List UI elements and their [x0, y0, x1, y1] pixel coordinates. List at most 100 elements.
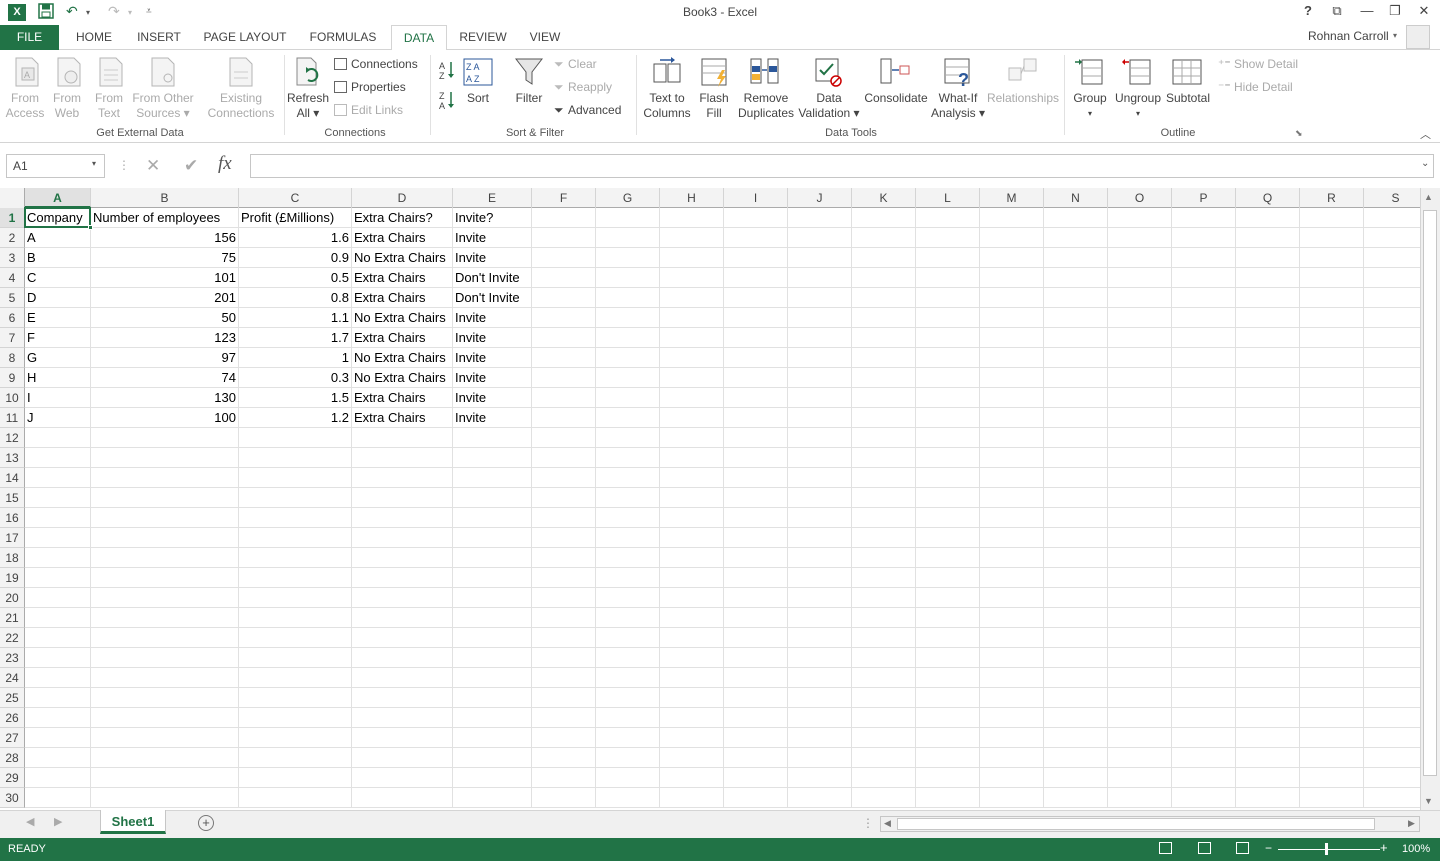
cell[interactable] [1236, 588, 1300, 608]
column-header-o[interactable]: O [1108, 188, 1172, 208]
cell[interactable] [852, 668, 916, 688]
cell[interactable] [788, 368, 852, 388]
cell[interactable] [852, 248, 916, 268]
sort-button[interactable]: Sort [460, 91, 496, 106]
cell[interactable] [1300, 608, 1364, 628]
cell[interactable] [453, 728, 532, 748]
cell[interactable] [916, 748, 980, 768]
cell[interactable] [1172, 628, 1236, 648]
cell[interactable] [916, 428, 980, 448]
row-header-12[interactable]: 12 [0, 428, 25, 448]
cell[interactable] [660, 528, 724, 548]
cell[interactable] [91, 728, 239, 748]
cell[interactable] [660, 488, 724, 508]
close-icon[interactable]: ✕ [1414, 3, 1434, 19]
data-cell[interactable]: Invite [453, 308, 532, 328]
cell[interactable] [1364, 488, 1420, 508]
cell[interactable] [1300, 408, 1364, 428]
tab-view[interactable]: VIEW [521, 25, 569, 50]
row-header-15[interactable]: 15 [0, 488, 25, 508]
row-header-25[interactable]: 25 [0, 688, 25, 708]
subtotal-button[interactable]: Subtotal [1164, 91, 1212, 106]
cell[interactable] [453, 708, 532, 728]
cell[interactable] [1236, 408, 1300, 428]
data-cell[interactable]: Extra Chairs [352, 268, 453, 288]
cell[interactable] [1300, 268, 1364, 288]
cell[interactable] [453, 528, 532, 548]
fill-handle[interactable] [88, 225, 93, 230]
data-cell[interactable]: 1.6 [239, 228, 352, 248]
cell[interactable] [1364, 508, 1420, 528]
tab-file[interactable]: FILE [0, 25, 59, 50]
cell[interactable] [916, 508, 980, 528]
cell[interactable] [596, 508, 660, 528]
cell[interactable] [916, 608, 980, 628]
cell[interactable] [25, 508, 91, 528]
column-header-f[interactable]: F [532, 188, 596, 208]
cell[interactable] [1300, 228, 1364, 248]
scroll-right-icon[interactable]: ▶ [1408, 818, 1415, 829]
select-all-button[interactable] [0, 188, 25, 208]
cell[interactable] [852, 468, 916, 488]
cell[interactable] [852, 648, 916, 668]
cell[interactable] [852, 528, 916, 548]
cell[interactable] [724, 788, 788, 808]
cell[interactable] [532, 668, 596, 688]
cell[interactable] [25, 568, 91, 588]
data-cell[interactable]: B [25, 248, 91, 268]
cell[interactable] [25, 548, 91, 568]
cell[interactable] [852, 688, 916, 708]
cell[interactable] [1236, 688, 1300, 708]
cell[interactable] [1364, 368, 1420, 388]
data-cell[interactable]: 201 [91, 288, 239, 308]
cell[interactable] [724, 628, 788, 648]
cell[interactable] [1364, 248, 1420, 268]
cell[interactable] [1172, 328, 1236, 348]
cell[interactable] [852, 308, 916, 328]
cell[interactable] [788, 228, 852, 248]
cell[interactable] [788, 768, 852, 788]
cell[interactable] [980, 488, 1044, 508]
data-cell[interactable]: 123 [91, 328, 239, 348]
cell[interactable] [788, 408, 852, 428]
connections-button[interactable]: Connections [334, 56, 418, 72]
cell[interactable] [980, 268, 1044, 288]
cell[interactable] [724, 388, 788, 408]
data-cell[interactable]: F [25, 328, 91, 348]
cell[interactable] [980, 688, 1044, 708]
cell[interactable] [1236, 748, 1300, 768]
from-access-button[interactable]: From Access [4, 91, 46, 121]
cell[interactable] [788, 488, 852, 508]
cell[interactable] [916, 448, 980, 468]
filter-button[interactable]: Filter [508, 91, 550, 106]
cell[interactable] [25, 768, 91, 788]
cell[interactable] [1108, 508, 1172, 528]
cell[interactable] [453, 568, 532, 588]
cell[interactable] [916, 208, 980, 228]
cell[interactable] [596, 228, 660, 248]
tab-review[interactable]: REVIEW [453, 25, 513, 50]
cell[interactable] [788, 308, 852, 328]
cell[interactable] [916, 668, 980, 688]
cell[interactable] [724, 208, 788, 228]
formula-input[interactable] [250, 154, 1434, 178]
user-name[interactable]: Rohnan Carroll [1308, 29, 1389, 43]
cell[interactable] [532, 528, 596, 548]
cell[interactable] [788, 328, 852, 348]
cell[interactable] [980, 328, 1044, 348]
cell[interactable] [91, 708, 239, 728]
cell[interactable] [916, 348, 980, 368]
cell[interactable] [788, 248, 852, 268]
cell[interactable] [724, 508, 788, 528]
cell[interactable] [980, 528, 1044, 548]
cell[interactable] [1236, 348, 1300, 368]
cell[interactable] [980, 508, 1044, 528]
cell[interactable] [596, 448, 660, 468]
tab-formulas[interactable]: FORMULAS [302, 25, 384, 50]
cell[interactable] [660, 428, 724, 448]
data-cell[interactable]: 75 [91, 248, 239, 268]
cell[interactable] [980, 308, 1044, 328]
group-button[interactable]: Group ▾ [1068, 91, 1112, 121]
cell[interactable] [596, 528, 660, 548]
avatar[interactable] [1406, 25, 1430, 49]
